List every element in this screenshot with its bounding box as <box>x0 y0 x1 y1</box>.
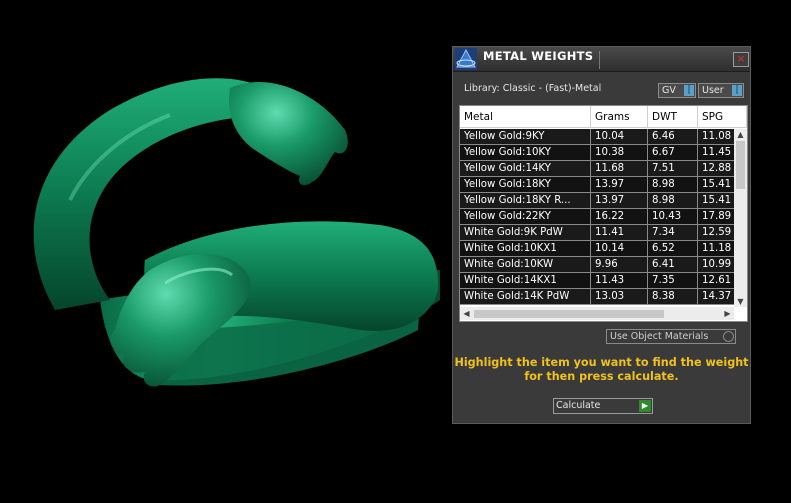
cell-dwt: 6.46 <box>648 129 698 145</box>
cell-grams: 9.96 <box>591 257 648 273</box>
scroll-up-icon[interactable]: ▲ <box>734 129 747 140</box>
title-divider <box>599 51 600 69</box>
table-body: Yellow Gold:9KY 10.04 6.46 11.08 Yellow … <box>460 129 738 305</box>
cell-spg: 12.61 <box>698 273 738 289</box>
dropdown-arrow-icon: | <box>732 85 742 96</box>
vertical-scroll-thumb[interactable] <box>736 141 745 189</box>
panel-title: METAL WEIGHTS <box>483 49 594 63</box>
cell-metal: Yellow Gold:14KY <box>460 161 591 177</box>
table-row[interactable]: White Gold:9K PdW 11.41 7.34 12.59 <box>460 225 738 241</box>
cell-metal: White Gold:14KX1 <box>460 273 591 289</box>
metal-weights-panel: METAL WEIGHTS × Library: Classic - (Fast… <box>452 46 751 424</box>
cell-spg: 11.08 <box>698 129 738 145</box>
table-row[interactable]: Yellow Gold:18KY R... 13.97 8.98 15.41 <box>460 193 738 209</box>
cell-grams: 11.43 <box>591 273 648 289</box>
table-row[interactable]: White Gold:14KX1 11.43 7.35 12.61 <box>460 273 738 289</box>
cell-metal: Yellow Gold:9KY <box>460 129 591 145</box>
cell-grams: 11.41 <box>591 225 648 241</box>
cell-spg: 15.41 <box>698 177 738 193</box>
cell-metal: Yellow Gold:22KY <box>460 209 591 225</box>
table-row[interactable]: White Gold:10KX1 10.14 6.52 11.18 <box>460 241 738 257</box>
cell-spg: 15.41 <box>698 193 738 209</box>
cell-dwt: 8.38 <box>648 289 698 305</box>
scroll-right-icon[interactable]: ▶ <box>722 307 733 320</box>
calculate-button[interactable]: Calculate ▶ <box>553 398 653 414</box>
cell-grams: 10.38 <box>591 145 648 161</box>
use-object-materials-label: Use Object Materials <box>610 331 709 342</box>
column-header-metal[interactable]: Metal <box>460 106 591 128</box>
close-icon: × <box>736 52 746 65</box>
cell-spg: 10.99 <box>698 257 738 273</box>
cell-spg: 11.45 <box>698 145 738 161</box>
title-bar[interactable]: METAL WEIGHTS × <box>453 47 750 72</box>
library-label: Library: Classic - (Fast)-Metal <box>464 83 602 94</box>
cell-dwt: 8.98 <box>648 193 698 209</box>
table-row[interactable]: White Gold:14K PdW 13.03 8.38 14.37 <box>460 289 738 305</box>
dropdown-arrow-icon: | <box>684 85 694 96</box>
cell-metal: Yellow Gold:18KY <box>460 177 591 193</box>
cell-spg: 17.89 <box>698 209 738 225</box>
close-button[interactable]: × <box>733 52 749 67</box>
table-row[interactable]: Yellow Gold:14KY 11.68 7.51 12.88 <box>460 161 738 177</box>
table-row[interactable]: Yellow Gold:22KY 16.22 10.43 17.89 <box>460 209 738 225</box>
cell-dwt: 10.43 <box>648 209 698 225</box>
cell-grams: 13.97 <box>591 193 648 209</box>
cell-dwt: 6.52 <box>648 241 698 257</box>
pyramid-logo-icon <box>455 48 477 70</box>
table-row[interactable]: Yellow Gold:18KY 13.97 8.98 15.41 <box>460 177 738 193</box>
cell-dwt: 7.51 <box>648 161 698 177</box>
vertical-scrollbar[interactable]: ▲ ▼ <box>734 129 747 307</box>
user-dropdown[interactable]: User | <box>698 83 744 98</box>
cell-grams: 10.04 <box>591 129 648 145</box>
play-icon: ▶ <box>639 400 651 412</box>
cell-spg: 12.88 <box>698 161 738 177</box>
toggle-indicator-icon <box>723 331 734 342</box>
calculate-label: Calculate <box>556 400 601 411</box>
cell-grams: 10.14 <box>591 241 648 257</box>
column-header-dwt[interactable]: DWT <box>648 106 698 128</box>
cell-metal: White Gold:9K PdW <box>460 225 591 241</box>
cell-dwt: 6.41 <box>648 257 698 273</box>
gv-dropdown[interactable]: GV | <box>658 83 696 98</box>
table-row[interactable]: White Gold:10KW 9.96 6.41 10.99 <box>460 257 738 273</box>
table-row[interactable]: Yellow Gold:9KY 10.04 6.46 11.08 <box>460 129 738 145</box>
cell-grams: 11.68 <box>591 161 648 177</box>
cell-dwt: 7.35 <box>648 273 698 289</box>
scroll-down-icon[interactable]: ▼ <box>734 296 747 307</box>
horizontal-scroll-thumb[interactable] <box>474 310 664 318</box>
cell-grams: 16.22 <box>591 209 648 225</box>
gv-dropdown-value: GV <box>662 85 676 96</box>
metal-weights-table: Metal Grams DWT SPG Yellow Gold:9KY 10.0… <box>459 105 748 322</box>
horizontal-scrollbar[interactable]: ◀ ▶ <box>460 307 734 320</box>
cell-spg: 12.59 <box>698 225 738 241</box>
cell-grams: 13.97 <box>591 177 648 193</box>
cell-dwt: 7.34 <box>648 225 698 241</box>
instructions-text: Highlight the item you want to find the … <box>454 356 749 383</box>
cell-metal: White Gold:10KW <box>460 257 591 273</box>
cell-dwt: 8.98 <box>648 177 698 193</box>
cell-metal: Yellow Gold:18KY R... <box>460 193 591 209</box>
column-header-grams[interactable]: Grams <box>591 106 648 128</box>
user-dropdown-value: User <box>702 85 724 96</box>
cell-spg: 11.18 <box>698 241 738 257</box>
cell-metal: Yellow Gold:10KY <box>460 145 591 161</box>
cell-metal: White Gold:10KX1 <box>460 241 591 257</box>
cell-grams: 13.03 <box>591 289 648 305</box>
cell-spg: 14.37 <box>698 289 738 305</box>
cell-dwt: 6.67 <box>648 145 698 161</box>
cell-metal: White Gold:14K PdW <box>460 289 591 305</box>
scroll-left-icon[interactable]: ◀ <box>461 307 472 320</box>
3d-viewport[interactable] <box>0 0 452 503</box>
use-object-materials-toggle[interactable]: Use Object Materials <box>606 329 736 344</box>
column-header-spg[interactable]: SPG <box>698 106 747 128</box>
ring-model <box>33 78 440 387</box>
table-row[interactable]: Yellow Gold:10KY 10.38 6.67 11.45 <box>460 145 738 161</box>
